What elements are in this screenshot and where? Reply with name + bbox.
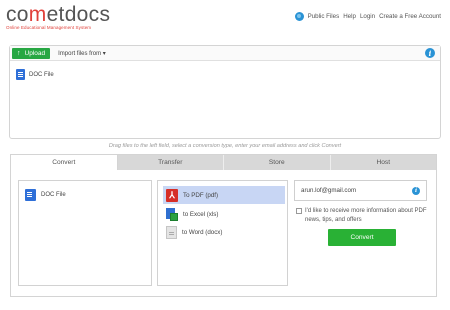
import-files-dropdown[interactable]: Import files from ▾ bbox=[58, 50, 106, 57]
option-to-pdf[interactable]: ⅄ To PDF (pdf) bbox=[163, 186, 285, 204]
upload-panel[interactable]: ↑ Upload Import files from ▾ i DOC File bbox=[9, 45, 441, 139]
newsletter-label: I'd like to receive more information abo… bbox=[305, 208, 427, 223]
option-to-word-label: to Word (docx) bbox=[182, 228, 223, 236]
source-file-name: DOC File bbox=[41, 192, 66, 198]
doc-file-icon bbox=[16, 69, 25, 80]
tab-store[interactable]: Store bbox=[224, 155, 331, 170]
nav-help[interactable]: Help bbox=[343, 13, 356, 20]
tab-host[interactable]: Host bbox=[330, 155, 436, 170]
upload-button[interactable]: ↑ Upload bbox=[12, 47, 51, 59]
option-to-excel[interactable]: to Excel (xls) bbox=[163, 205, 285, 223]
newsletter-option[interactable]: I'd like to receive more information abo… bbox=[296, 207, 428, 224]
upload-arrow-icon: ↑ bbox=[17, 49, 21, 57]
upload-toolbar: ↑ Upload Import files from ▾ bbox=[10, 46, 440, 61]
nav-login[interactable]: Login bbox=[360, 13, 375, 20]
option-to-pdf-label: To PDF (pdf) bbox=[183, 191, 219, 199]
tab-transfer[interactable]: Transfer bbox=[117, 155, 224, 170]
top-nav: Public Files Help Login Create a Free Ac… bbox=[294, 12, 441, 21]
nav-public-files[interactable]: Public Files bbox=[308, 13, 340, 20]
newsletter-checkbox[interactable] bbox=[296, 208, 302, 214]
info-icon[interactable]: i bbox=[425, 48, 435, 58]
option-to-excel-label: to Excel (xls) bbox=[183, 210, 219, 218]
email-value: arun.lof@gmail.com bbox=[301, 187, 357, 194]
pdf-icon: ⅄ bbox=[166, 188, 178, 202]
email-field[interactable]: arun.lof@gmail.com i bbox=[294, 180, 427, 201]
upload-button-label: Upload bbox=[24, 49, 46, 57]
nav-create-account[interactable]: Create a Free Account bbox=[379, 13, 441, 20]
conversion-panel: Convert Transfer Store Host DOC File ⅄ T… bbox=[10, 154, 437, 297]
email-info-icon[interactable]: i bbox=[412, 187, 420, 195]
logo[interactable]: cometdocs Online Educational Management … bbox=[6, 4, 110, 30]
word-icon bbox=[166, 225, 177, 239]
source-file-box[interactable]: DOC File bbox=[18, 180, 152, 286]
logo-wordmark: cometdocs bbox=[6, 3, 111, 26]
source-file[interactable]: DOC File bbox=[25, 189, 66, 201]
doc-file-icon bbox=[25, 189, 36, 201]
uploaded-file-name: DOC File bbox=[29, 71, 54, 78]
option-to-word[interactable]: to Word (docx) bbox=[163, 223, 285, 241]
uploaded-file[interactable]: DOC File bbox=[16, 69, 54, 80]
tab-bar: Convert Transfer Store Host bbox=[11, 155, 436, 170]
conversion-type-list: ⅄ To PDF (pdf) to Excel (xls) to Word (d… bbox=[157, 180, 288, 286]
convert-button[interactable]: Convert bbox=[328, 229, 396, 246]
instruction-hint: Drag files to the left field, select a c… bbox=[108, 143, 342, 149]
excel-icon bbox=[166, 207, 178, 221]
tab-convert[interactable]: Convert bbox=[11, 155, 118, 170]
globe-icon bbox=[294, 12, 304, 21]
